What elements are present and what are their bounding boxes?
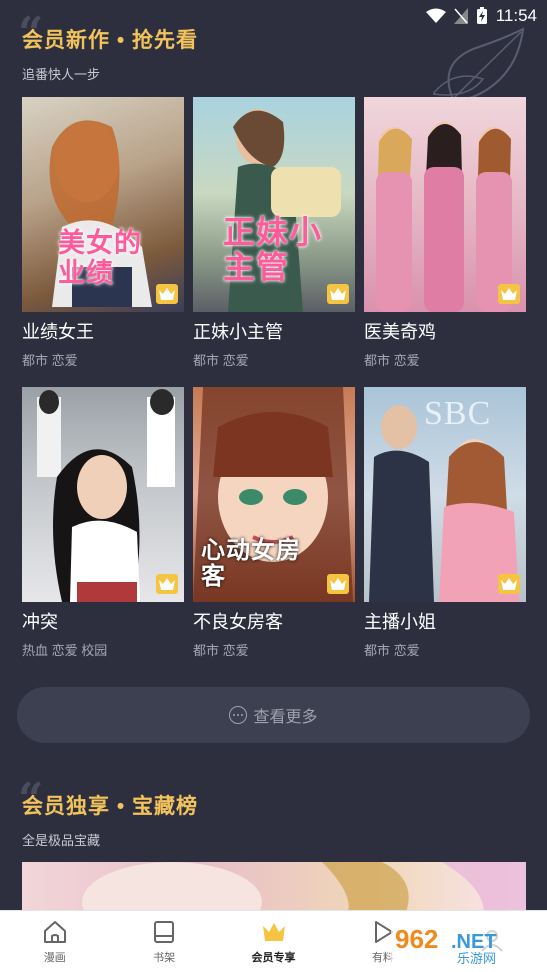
comic-title: 主播小姐 bbox=[364, 612, 436, 632]
vip-crown-icon bbox=[327, 574, 349, 594]
see-more-button[interactable]: 查看更多 bbox=[17, 687, 530, 743]
tab-label: 漫画 bbox=[43, 951, 66, 964]
comic-tags: 都市 恋爱 bbox=[364, 643, 420, 658]
comic-cover[interactable]: 心动女房客 bbox=[193, 387, 355, 602]
svg-text:962: 962 bbox=[395, 924, 438, 954]
cover-title-art: SBC bbox=[424, 395, 492, 432]
status-time: 11:54 bbox=[495, 6, 537, 25]
section-title: 会员独享 • 宝藏榜 bbox=[22, 795, 199, 818]
comic-card[interactable]: SBC 主播小姐 都市 恋爱 bbox=[364, 387, 526, 659]
comic-cover[interactable] bbox=[364, 97, 526, 312]
tab-label: 书架 bbox=[153, 951, 176, 964]
more-dots-icon bbox=[229, 706, 248, 724]
home-icon bbox=[43, 920, 66, 943]
comic-cover[interactable]: SBC bbox=[364, 387, 526, 602]
vip-crown-icon bbox=[498, 574, 520, 594]
comic-card[interactable]: 心动女房客 不良女房客 都市 恋爱 bbox=[193, 387, 355, 659]
comic-cover[interactable]: 正妹小主管 bbox=[193, 97, 355, 312]
watermark-logo: 962 .NET 乐游网 bbox=[391, 922, 541, 967]
comic-title: 业绩女王 bbox=[22, 322, 94, 342]
section-title: 会员新作 • 抢先看 bbox=[22, 29, 199, 52]
see-more-label: 查看更多 bbox=[253, 709, 318, 726]
comic-tags: 热血 恋爱 校园 bbox=[22, 643, 108, 658]
section-subtitle: 追番快人一步 bbox=[22, 67, 101, 82]
comic-tags: 都市 恋爱 bbox=[22, 353, 78, 368]
comic-title: 正妹小主管 bbox=[193, 322, 283, 342]
wifi-icon bbox=[425, 8, 446, 23]
battery-charging-icon bbox=[476, 7, 487, 24]
comic-card[interactable]: 美女的业绩 业绩女王 都市 恋爱 bbox=[22, 97, 184, 369]
tab-label: 会员专享 bbox=[251, 951, 296, 964]
comic-tags: 都市 恋爱 bbox=[364, 353, 420, 368]
vip-crown-icon bbox=[498, 284, 520, 304]
section-subtitle: 全是极品宝藏 bbox=[22, 833, 101, 848]
tab-bookshelf[interactable]: 书架 bbox=[109, 911, 218, 972]
vip-crown-icon bbox=[327, 284, 349, 304]
cover-title-art: 正妹小主管 bbox=[223, 213, 323, 287]
comic-card[interactable]: 正妹小主管 正妹小主管 都市 恋爱 bbox=[193, 97, 355, 369]
cover-title-art: 美女的业绩 bbox=[58, 228, 142, 289]
svg-text:.NET: .NET bbox=[451, 931, 497, 953]
comic-cover[interactable]: 美女的业绩 bbox=[22, 97, 184, 312]
vip-crown-icon bbox=[156, 574, 178, 594]
section-treasure-header: “ 会员独享 • 宝藏榜 全是极品宝藏 bbox=[18, 778, 199, 849]
no-signal-icon bbox=[453, 8, 468, 24]
cover-title-art: 心动女房客 bbox=[201, 535, 301, 591]
comic-title: 医美奇鸡 bbox=[364, 322, 436, 342]
comic-tags: 都市 恋爱 bbox=[193, 643, 249, 658]
svg-text:乐游网: 乐游网 bbox=[457, 952, 496, 966]
tab-comics[interactable]: 漫画 bbox=[0, 911, 109, 972]
comic-cover[interactable] bbox=[22, 387, 184, 602]
leaf-decoration-icon bbox=[433, 27, 525, 101]
section-new-works-header: “ 会员新作 • 抢先看 追番快人一步 bbox=[18, 12, 199, 83]
comic-title: 不良女房客 bbox=[193, 612, 283, 632]
comic-grid: 美女的业绩 业绩女王 都市 恋爱 正妹小主管 正妹小主管 都市 恋爱 医美奇鸡 … bbox=[22, 97, 526, 667]
comic-title: 冲突 bbox=[22, 612, 58, 632]
tab-vip[interactable]: 会员专享 bbox=[219, 911, 328, 972]
comic-tags: 都市 恋爱 bbox=[193, 353, 249, 368]
crown-icon bbox=[262, 922, 285, 941]
bookshelf-icon bbox=[154, 920, 175, 943]
comic-card[interactable]: 医美奇鸡 都市 恋爱 bbox=[364, 97, 526, 369]
comic-card[interactable]: 冲突 热血 恋爱 校园 bbox=[22, 387, 184, 659]
vip-crown-icon bbox=[156, 284, 178, 304]
